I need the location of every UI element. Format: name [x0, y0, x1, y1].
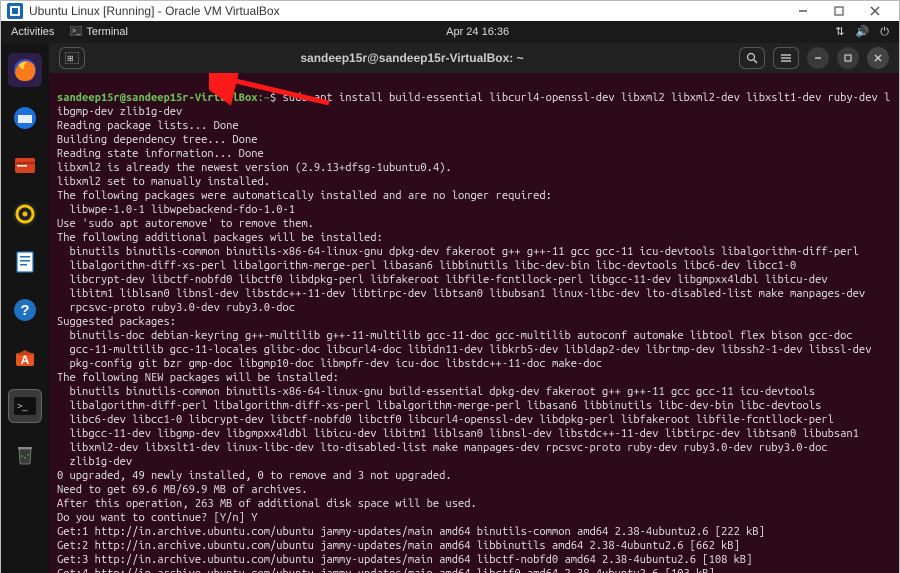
virtualbox-window: Ubuntu Linux [Running] - Oracle VM Virtu…	[0, 0, 900, 573]
hamburger-menu[interactable]	[773, 47, 799, 69]
terminal-window: ⊞ sandeep15r@sandeep15r-VirtualBox: ~ sa…	[49, 43, 899, 573]
terminal-line: libalgorithm-diff-xs-perl libalgorithm-m…	[57, 260, 796, 272]
terminal-line: The following packages were automaticall…	[57, 190, 552, 202]
workspace: ? A >_ ⊞	[1, 43, 899, 573]
terminal-line: Get:2 http://in.archive.ubuntu.com/ubunt…	[57, 540, 740, 552]
svg-text:>_: >_	[17, 401, 28, 411]
terminal-line: 0 upgraded, 49 newly installed, 0 to rem…	[57, 470, 452, 482]
window-maximize[interactable]	[837, 47, 859, 69]
virtualbox-title-text: Ubuntu Linux [Running] - Oracle VM Virtu…	[29, 4, 280, 18]
svg-text:>_: >_	[72, 28, 80, 35]
dock-item-libreoffice[interactable]	[8, 245, 42, 279]
terminal-line: libgcc-11-dev libgmp-dev libgmpxx4ldbl l…	[57, 428, 859, 440]
terminal-app-icon: >_	[70, 26, 82, 39]
dock: ? A >_	[1, 43, 49, 573]
terminal-line: Reading package lists... Done	[57, 120, 239, 132]
dock-item-firefox[interactable]	[8, 53, 42, 87]
svg-text:?: ?	[20, 302, 29, 319]
terminal-line: binutils-doc debian-keyring g++-multilib…	[57, 330, 853, 342]
svg-text:⊞: ⊞	[67, 54, 74, 63]
terminal-line: Suggested packages:	[57, 316, 176, 328]
app-menu-label: Terminal	[86, 26, 128, 38]
terminal-line: After this operation, 263 MB of addition…	[57, 498, 477, 510]
close-button[interactable]	[857, 1, 893, 21]
terminal-line: libxml2 is already the newest version (2…	[57, 162, 452, 174]
dock-item-help[interactable]: ?	[8, 293, 42, 327]
terminal-line: binutils binutils-common binutils-x86-64…	[57, 386, 815, 398]
terminal-line: pkg-config git bzr gmp-doc libgmp10-doc …	[57, 358, 602, 370]
network-icon[interactable]: ⇅	[835, 26, 844, 38]
terminal-line: libalgorithm-diff-perl libalgorithm-diff…	[57, 400, 821, 412]
terminal-title-text: sandeep15r@sandeep15r-VirtualBox: ~	[93, 51, 731, 65]
window-close[interactable]	[867, 47, 889, 69]
terminal-line: libxml2-dev libxslt1-dev linux-libc-dev …	[57, 442, 828, 454]
dock-item-software[interactable]: A	[8, 341, 42, 375]
terminal-line: libc6-dev libcc1-0 libcrypt-dev libctf-n…	[57, 414, 834, 426]
guest-screen: Activities >_ Terminal Apr 24 16:36 ⇅ 🔊 …	[1, 21, 899, 573]
terminal-line: Reading state information... Done	[57, 148, 264, 160]
terminal-line: libitm1 liblsan0 libnsl-dev libstdc++-11…	[57, 288, 865, 300]
virtualbox-titlebar: Ubuntu Linux [Running] - Oracle VM Virtu…	[1, 1, 899, 21]
prompt-user-host: sandeep15r@sandeep15r-VirtualBox	[57, 92, 257, 104]
app-menu[interactable]: >_ Terminal	[70, 26, 128, 39]
system-tray: ⇅ 🔊 ⏻	[827, 25, 889, 39]
terminal-line: The following additional packages will b…	[57, 232, 383, 244]
minimize-button[interactable]	[785, 1, 821, 21]
dock-item-terminal[interactable]: >_	[8, 389, 42, 423]
dock-item-trash[interactable]	[8, 437, 42, 471]
svg-text:A: A	[21, 353, 30, 367]
terminal-line: Need to get 69.6 MB/69.9 MB of archives.	[57, 484, 308, 496]
terminal-line: Get:1 http://in.archive.ubuntu.com/ubunt…	[57, 526, 765, 538]
terminal-line: Get:3 http://in.archive.ubuntu.com/ubunt…	[57, 554, 752, 566]
virtualbox-icon	[7, 3, 23, 19]
terminal-line: libxml2 set to manually installed.	[57, 176, 270, 188]
new-tab-button[interactable]: ⊞	[59, 47, 85, 69]
power-icon[interactable]: ⏻	[880, 26, 889, 38]
terminal-line: Get:4 http://in.archive.ubuntu.com/ubunt…	[57, 568, 715, 573]
window-minimize[interactable]	[807, 47, 829, 69]
terminal-line: binutils binutils-common binutils-x86-64…	[57, 246, 859, 258]
terminal-line: Use 'sudo apt autoremove' to remove them…	[57, 218, 314, 230]
ubuntu-top-bar: Activities >_ Terminal Apr 24 16:36 ⇅ 🔊 …	[1, 21, 899, 43]
terminal-line: rpcsvc-proto ruby3.0-dev ruby3.0-doc	[57, 302, 295, 314]
terminal-line: libcrypt-dev libctf-nobfd0 libctf0 libdp…	[57, 274, 828, 286]
terminal-body[interactable]: sandeep15r@sandeep15r-VirtualBox:~$ sudo…	[49, 73, 899, 573]
dock-item-thunderbird[interactable]	[8, 101, 42, 135]
terminal-line: zlib1g-dev	[57, 456, 132, 468]
prompt-symbol: $	[270, 92, 276, 104]
terminal-line: libwpe-1.0-1 libwpebackend-fdo-1.0-1	[57, 204, 295, 216]
sound-icon[interactable]: 🔊	[856, 26, 870, 38]
maximize-button[interactable]	[821, 1, 857, 21]
clock[interactable]: Apr 24 16:36	[128, 26, 827, 38]
dock-item-rhythmbox[interactable]	[8, 197, 42, 231]
terminal-titlebar: ⊞ sandeep15r@sandeep15r-VirtualBox: ~	[49, 43, 899, 73]
terminal-line: Do you want to continue? [Y/n] Y	[57, 512, 257, 524]
terminal-line: Building dependency tree... Done	[57, 134, 257, 146]
activities-button[interactable]: Activities	[11, 26, 54, 38]
search-button[interactable]	[739, 47, 765, 69]
terminal-line: The following NEW packages will be insta…	[57, 372, 339, 384]
dock-item-files[interactable]	[8, 149, 42, 183]
terminal-line: gcc-11-multilib gcc-11-locales glibc-doc…	[57, 344, 871, 356]
